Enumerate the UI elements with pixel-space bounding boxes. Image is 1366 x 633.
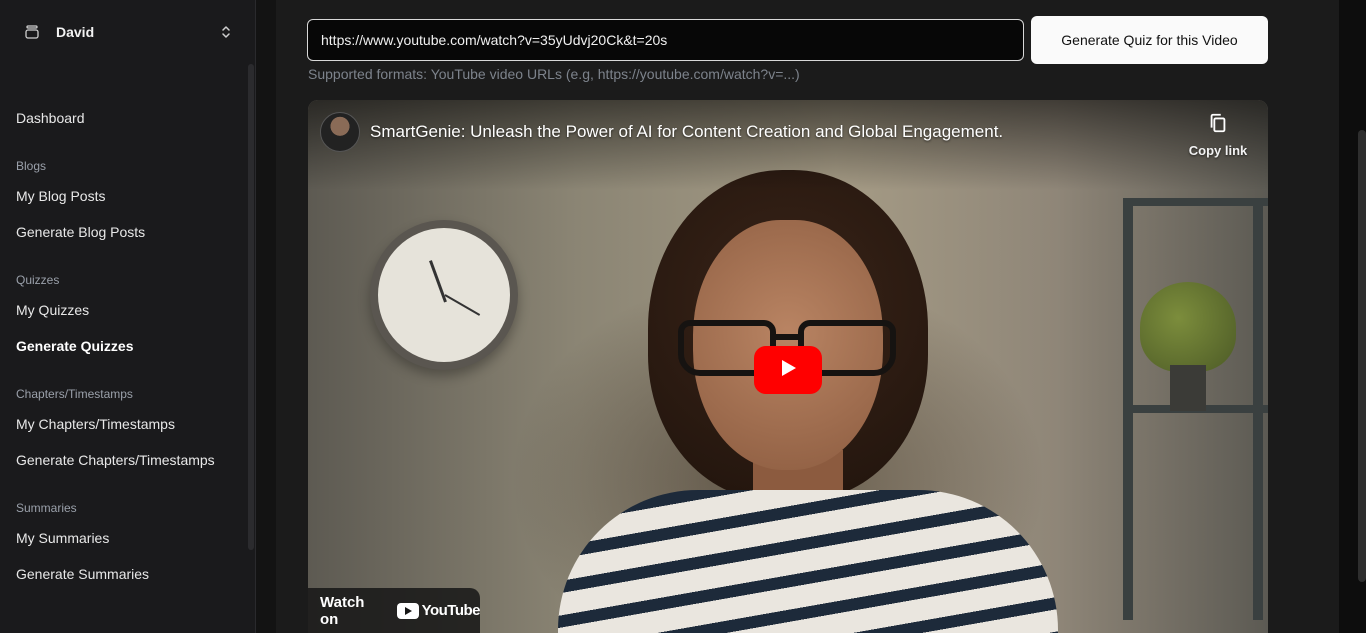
sidebar-item-generate-blog-posts[interactable]: Generate Blog Posts — [0, 214, 246, 250]
plant — [1140, 282, 1236, 372]
youtube-embed[interactable]: SmartGenie: Unleash the Power of AI for … — [308, 100, 1268, 633]
play-button[interactable] — [754, 346, 822, 394]
sidebar-item-my-summaries[interactable]: My Summaries — [0, 520, 246, 556]
generate-quiz-button[interactable]: Generate Quiz for this Video — [1031, 16, 1268, 64]
plant-pot — [1170, 365, 1206, 411]
section-title-quizzes: Quizzes — [16, 273, 60, 287]
supported-formats-hint: Supported formats: YouTube video URLs (e… — [308, 66, 800, 82]
video-url-input[interactable] — [307, 19, 1024, 61]
sidebar-item-my-blog-posts[interactable]: My Blog Posts — [0, 178, 246, 214]
shelf — [1123, 198, 1268, 206]
user-name: David — [56, 24, 95, 40]
watch-on-youtube-button[interactable]: Watch on YouTube — [308, 588, 481, 633]
section-title-chapters: Chapters/Timestamps — [16, 387, 133, 401]
page-scrollbar[interactable] — [1358, 130, 1366, 582]
app-root: David Dashboard Blogs My Blog Posts Gene… — [0, 0, 1366, 633]
user-stack-icon — [24, 24, 40, 40]
youtube-logo-icon: YouTube — [396, 602, 481, 619]
sidebar-item-my-quizzes[interactable]: My Quizzes — [0, 292, 246, 328]
section-title-summaries: Summaries — [16, 501, 77, 515]
sidebar-scrollbar[interactable] — [248, 64, 254, 550]
user-switcher[interactable]: David — [16, 14, 242, 50]
youtube-wordmark: YouTube — [421, 602, 481, 619]
section-title-blogs: Blogs — [16, 159, 47, 173]
shelf — [1253, 200, 1263, 620]
sidebar-nav: Dashboard Blogs My Blog Posts Generate B… — [0, 100, 246, 592]
sidebar-item-dashboard[interactable]: Dashboard — [0, 100, 246, 136]
sidebar-item-generate-quizzes[interactable]: Generate Quizzes — [0, 328, 246, 364]
sidebar: David Dashboard Blogs My Blog Posts Gene… — [0, 0, 256, 633]
copy-link-label: Copy link — [1188, 143, 1248, 158]
video-subject — [528, 170, 1088, 633]
copy-link-button[interactable]: Copy link — [1178, 112, 1258, 158]
shelf — [1123, 200, 1133, 620]
copy-icon — [1207, 112, 1229, 139]
video-header: SmartGenie: Unleash the Power of AI for … — [320, 112, 1003, 152]
watch-on-label: Watch on — [320, 593, 365, 628]
wall-clock — [370, 220, 518, 370]
sidebar-item-generate-summaries[interactable]: Generate Summaries — [0, 556, 246, 592]
sidebar-item-generate-chapters[interactable]: Generate Chapters/Timestamps — [0, 442, 246, 478]
chevron-updown-icon — [218, 24, 234, 40]
sidebar-item-my-chapters[interactable]: My Chapters/Timestamps — [0, 406, 246, 442]
channel-avatar[interactable] — [320, 112, 360, 152]
video-title[interactable]: SmartGenie: Unleash the Power of AI for … — [370, 122, 1003, 142]
play-icon — [778, 358, 798, 383]
